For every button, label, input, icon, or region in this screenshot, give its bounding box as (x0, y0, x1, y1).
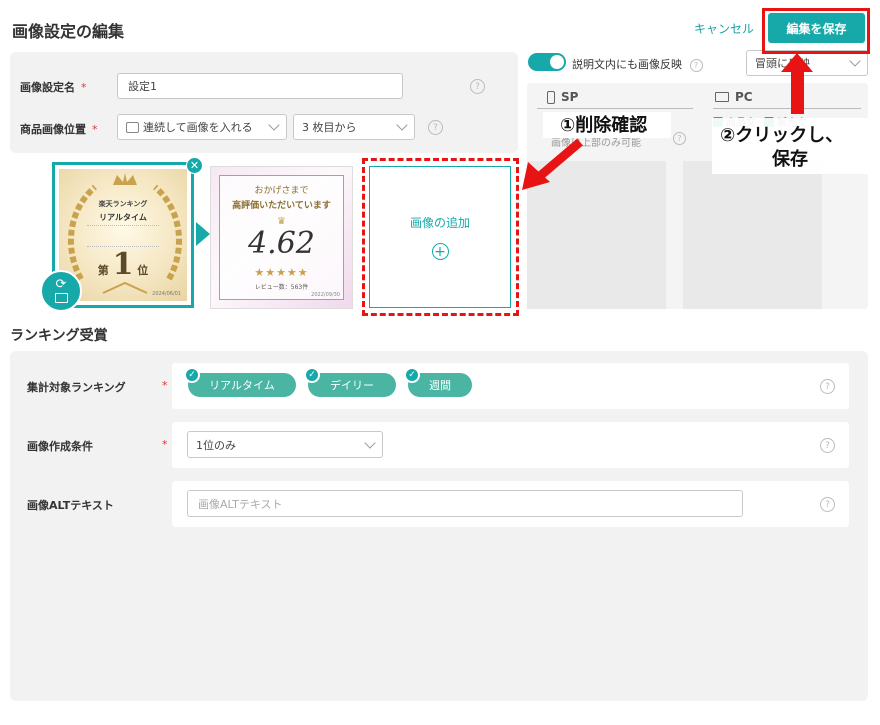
image-insert-icon (126, 121, 139, 133)
change-image-button[interactable]: ⟳ (40, 270, 82, 312)
chevron-down-icon (268, 119, 280, 131)
annotation-step2-line2: 保存 (772, 149, 808, 170)
chevron-down-icon (849, 55, 861, 67)
review-image-card[interactable]: おかげさまで 高評価いただいています ♛ 4.62 ★★★★★ レビュー数：56… (210, 166, 353, 309)
tab-divider (713, 108, 861, 109)
help-icon[interactable]: ? (820, 379, 835, 394)
arrow-up-icon (781, 53, 813, 72)
add-image-label: 画像の追加 (409, 216, 470, 230)
page-title: 画像設定の編集 (12, 22, 125, 41)
smartphone-icon (547, 90, 555, 104)
add-image-button[interactable]: 画像の追加 + (369, 166, 511, 308)
position-mode-select[interactable]: 連続して画像を入れる (117, 114, 287, 140)
settings-form-panel: 画像設定名 * 設定1 ? 商品画像位置 * 連続して画像を入れる 3 枚目から ? (10, 52, 518, 153)
chip-weekly[interactable]: ✓ 週間 (404, 367, 472, 397)
annotation-highlight-save (762, 8, 870, 54)
ranking-section-title: ランキング受賞 (10, 328, 108, 344)
help-icon[interactable]: ? (470, 79, 485, 94)
condition-row: 1位のみ ? (172, 422, 849, 468)
position-field-label: 商品画像位置 * (20, 123, 98, 136)
ranking-card-fineprint (87, 225, 159, 247)
required-mark: * (162, 379, 168, 392)
alt-field-label: 画像ALTテキスト (27, 499, 114, 512)
annotation-arrow-up (791, 70, 804, 114)
alt-row: 画像ALTテキスト ? (172, 481, 849, 527)
arrow-right-icon (196, 222, 210, 246)
setting-name-input[interactable]: 設定1 (117, 73, 403, 99)
alt-text-input[interactable]: 画像ALTテキスト (187, 490, 743, 517)
plus-circle-icon: + (431, 243, 449, 260)
review-header-line2: 高評価いただいています (232, 201, 331, 211)
chevron-down-icon (396, 119, 408, 131)
position-start-select[interactable]: 3 枚目から (293, 114, 415, 140)
help-icon[interactable]: ? (673, 132, 686, 145)
tab-divider (537, 108, 693, 109)
review-image: おかげさまで 高評価いただいています ♛ 4.62 ★★★★★ レビュー数：56… (219, 175, 344, 300)
arrow-down-left-icon (522, 138, 583, 190)
chip-realtime[interactable]: ✓ リアルタイム (184, 367, 296, 397)
review-count: レビュー数：563件 (254, 284, 309, 291)
close-icon[interactable]: ✕ (186, 157, 203, 174)
tab-sp[interactable]: SP (547, 90, 578, 104)
help-icon[interactable]: ? (689, 58, 703, 72)
chevron-down-icon (364, 436, 376, 449)
target-field-label: 集計対象ランキング (27, 381, 126, 394)
help-icon[interactable]: ? (428, 120, 443, 135)
annotation-step2-line1: ②クリックし、 (720, 125, 844, 146)
help-icon[interactable]: ? (820, 438, 835, 453)
ranking-card-date: 2024/06/01 (152, 291, 181, 297)
check-icon: ✓ (404, 367, 420, 383)
review-score: 4.62 (248, 226, 315, 261)
tab-pc[interactable]: PC (715, 90, 753, 104)
image-icon (54, 293, 68, 303)
pc-preview-column (683, 161, 822, 309)
condition-select[interactable]: 1位のみ (187, 431, 383, 458)
check-icon: ✓ (304, 367, 320, 383)
target-row: ✓ リアルタイム ✓ デイリー ✓ 週間 ? (172, 363, 849, 409)
annotation-step1: ①削除確認 (560, 115, 648, 136)
ranking-card-title: 楽天ランキング (98, 200, 148, 208)
help-icon[interactable]: ? (820, 497, 835, 512)
review-date: 2022/09/30 (311, 292, 340, 298)
cancel-link[interactable]: キャンセル (694, 20, 754, 37)
condition-field-label: 画像作成条件 (27, 440, 93, 453)
ranking-card-subtitle: リアルタイム (99, 213, 147, 222)
refresh-icon: ⟳ (55, 277, 67, 292)
chip-daily[interactable]: ✓ デイリー (304, 367, 396, 397)
required-mark: * (162, 438, 168, 451)
review-header-line1: おかげさまで (254, 186, 309, 196)
description-reflect-toggle[interactable] (528, 53, 566, 71)
review-stars: ★★★★★ (254, 266, 309, 279)
toggle-label: 説明文内にも画像反映 ? (572, 56, 703, 72)
name-field-label: 画像設定名 * (20, 81, 87, 94)
ranking-card-rank: 第 1 位 (97, 247, 149, 282)
ranking-settings-panel: 集計対象ランキング * ✓ リアルタイム ✓ デイリー ✓ 週間 ? 画像作成条… (10, 351, 868, 701)
monitor-icon (715, 92, 729, 102)
check-icon: ✓ (184, 367, 200, 383)
